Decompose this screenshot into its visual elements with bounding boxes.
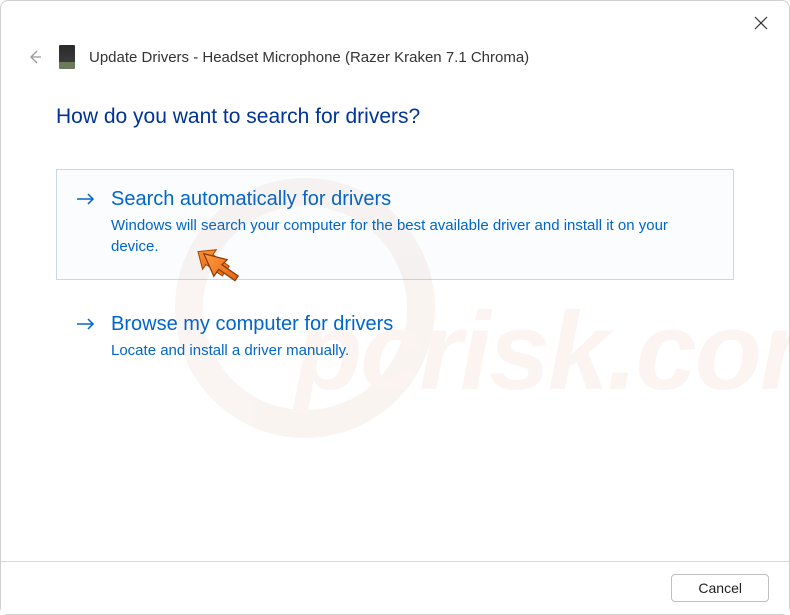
option-search-automatically[interactable]: Search automatically for drivers Windows… [56,169,734,280]
close-icon [754,16,768,30]
device-icon [59,45,75,69]
arrow-right-icon [75,190,97,213]
content-area: How do you want to search for drivers? S… [1,85,789,561]
back-button[interactable] [25,47,45,67]
option-description: Windows will search your computer for th… [111,215,715,257]
page-heading: How do you want to search for drivers? [56,105,734,129]
dialog-footer: Cancel [1,561,789,614]
titlebar [1,1,789,45]
option-description: Locate and install a driver manually. [111,340,715,361]
update-drivers-dialog: pcrisk.com Update Drivers - Headset Micr… [0,0,790,615]
back-arrow-icon [26,48,44,66]
option-title: Browse my computer for drivers [111,313,715,336]
option-text: Search automatically for drivers Windows… [111,188,715,257]
header-row: Update Drivers - Headset Microphone (Raz… [1,45,789,85]
cancel-button[interactable]: Cancel [671,574,769,602]
close-button[interactable] [747,9,775,37]
option-browse-computer[interactable]: Browse my computer for drivers Locate an… [56,294,734,384]
arrow-right-icon [75,315,97,338]
option-title: Search automatically for drivers [111,188,715,211]
window-title: Update Drivers - Headset Microphone (Raz… [89,49,529,66]
option-text: Browse my computer for drivers Locate an… [111,313,715,361]
